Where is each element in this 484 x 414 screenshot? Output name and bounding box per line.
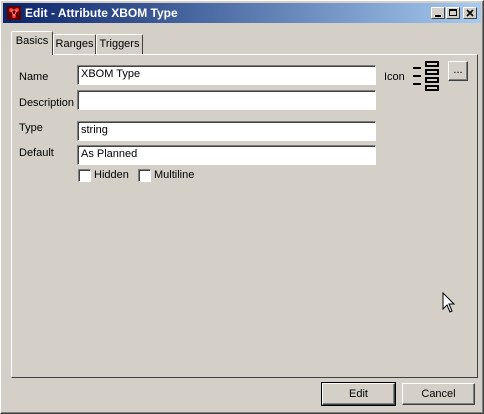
edit-button-label: Edit [349,388,368,400]
multiline-checkbox[interactable] [138,169,151,182]
window-title: Edit - Attribute XBOM Type [25,6,178,20]
tab-triggers[interactable]: Triggers [96,34,143,54]
basics-panel: Name XBOM Type Description Type string D… [11,54,478,378]
maximize-button[interactable] [446,7,460,19]
minimize-button[interactable] [431,7,445,19]
tab-triggers-label: Triggers [99,38,140,50]
minimize-icon [435,15,441,17]
icon-label: Icon [384,71,405,83]
hidden-label: Hidden [94,169,129,181]
tab-ranges[interactable]: Ranges [53,34,96,54]
name-label: Name [19,71,49,83]
default-field[interactable]: As Planned [77,145,376,165]
app-icon [7,6,21,20]
description-label: Description [19,97,75,109]
edit-attribute-dialog: Edit - Attribute XBOM Type Basics Ranges… [0,0,484,414]
name-field[interactable]: XBOM Type [77,65,376,85]
list-view-icon [413,61,439,91]
icon-browse-label: ... [453,64,463,76]
title-bar[interactable]: Edit - Attribute XBOM Type [3,3,481,23]
cancel-button[interactable]: Cancel [402,383,475,405]
maximize-icon [449,9,457,16]
tab-basics[interactable]: Basics [11,31,53,55]
icon-browse-button[interactable]: ... [448,61,468,81]
type-field[interactable]: string [77,121,376,141]
edit-button[interactable]: Edit [321,382,396,406]
cancel-button-label: Cancel [421,388,456,400]
close-button[interactable] [463,7,477,19]
tab-ranges-label: Ranges [55,38,94,50]
default-label: Default [19,147,54,159]
multiline-label: Multiline [154,169,195,181]
description-field[interactable] [77,90,376,110]
tab-basics-label: Basics [15,35,49,47]
type-label: Type [19,122,43,134]
hidden-checkbox[interactable] [78,169,91,182]
close-icon [466,9,474,17]
